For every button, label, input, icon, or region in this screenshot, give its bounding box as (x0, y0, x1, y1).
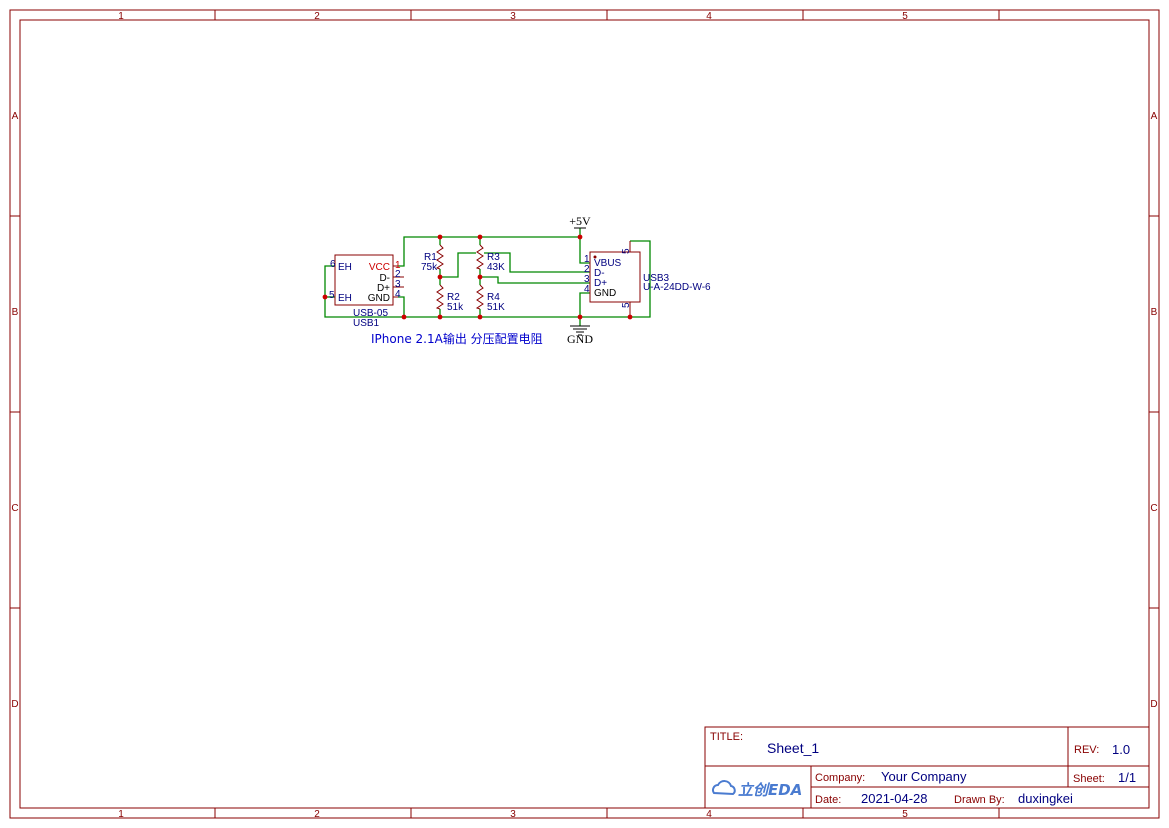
r1-value: 75k (421, 262, 438, 273)
usb1-pin-1-name: VCC (369, 262, 390, 273)
row-label-a: A (12, 111, 19, 122)
rev-value: 1.0 (1112, 742, 1130, 757)
gnd-net-label: GND (567, 332, 593, 346)
usb1-pin-6-name: EH (338, 262, 352, 273)
usb1-pin-6-num: 6 (330, 259, 336, 270)
row-label-d: D (11, 699, 18, 710)
usb3-component: 1 2 3 4 VBUS D- D+ GND 5 5 USB3 U-A-24DD… (584, 241, 711, 317)
usb3-pin-5-num-bottom: 5 (621, 302, 632, 308)
sheet-label: Sheet: (1073, 773, 1105, 785)
col-label-3-bottom: 3 (510, 809, 516, 820)
row-label-c: C (11, 503, 18, 514)
usb1-designator: USB1 (353, 318, 380, 329)
cloud-icon (712, 780, 736, 796)
col-label-3: 3 (510, 11, 516, 22)
title-label: TITLE: (710, 731, 743, 743)
sheet-frame (9, 9, 1160, 819)
drawn-by-label: Drawn By: (954, 794, 1005, 806)
annotation-text: IPhone 2.1A输出 分压配置电阻 (371, 331, 543, 346)
col-label-1: 1 (118, 11, 124, 22)
row-label-a-right: A (1151, 111, 1158, 122)
drawn-by-value: duxingkei (1018, 791, 1073, 806)
date-label: Date: (815, 794, 841, 806)
usb3-pin-5-num-top: 5 (621, 248, 632, 254)
vcc-symbol: +5V (569, 214, 591, 229)
col-label-4: 4 (706, 11, 712, 22)
date-value: 2021-04-28 (861, 791, 928, 806)
col-label-2-bottom: 2 (314, 809, 320, 820)
row-label-b: B (12, 307, 19, 318)
col-label-5-bottom: 5 (902, 809, 908, 820)
usb1-pin-5-num: 5 (329, 290, 335, 301)
row-label-d-right: D (1150, 699, 1157, 710)
company-value: Your Company (881, 769, 967, 784)
col-label-1-bottom: 1 (118, 809, 124, 820)
row-label-b-right: B (1151, 307, 1158, 318)
vcc-net-label: +5V (569, 214, 591, 228)
col-label-5: 5 (902, 11, 908, 22)
sheet-value: 1/1 (1118, 770, 1136, 785)
usb3-pin-4-num: 4 (584, 284, 590, 295)
usb1-pin-5-name: EH (338, 293, 352, 304)
rev-label: REV: (1074, 744, 1099, 756)
usb1-pin-4-num: 4 (395, 289, 401, 300)
r3-value: 43K (487, 262, 505, 273)
r4-value: 51K (487, 302, 505, 313)
schematic-sheet: 1 2 3 4 5 1 2 3 4 5 A B C D A B C D R1 7… (9, 9, 1160, 820)
r2-value: 51k (447, 302, 464, 313)
usb1-pin-4-name: GND (368, 293, 390, 304)
easyeda-logo: 立创EDA (712, 780, 802, 799)
usb3-part: U-A-24DD-W-6 (643, 282, 711, 293)
col-label-2: 2 (314, 11, 320, 22)
row-label-c-right: C (1150, 503, 1157, 514)
usb3-pin-4-name: GND (594, 288, 616, 299)
usb1-component: 6 EH 5 EH VCC D- D+ GND 1 2 3 4 USB-05 U… (329, 254, 404, 329)
company-label: Company: (815, 772, 865, 784)
col-label-4-bottom: 4 (706, 809, 712, 820)
logo-text: 立创EDA (738, 781, 802, 799)
title-value: Sheet_1 (767, 740, 819, 756)
